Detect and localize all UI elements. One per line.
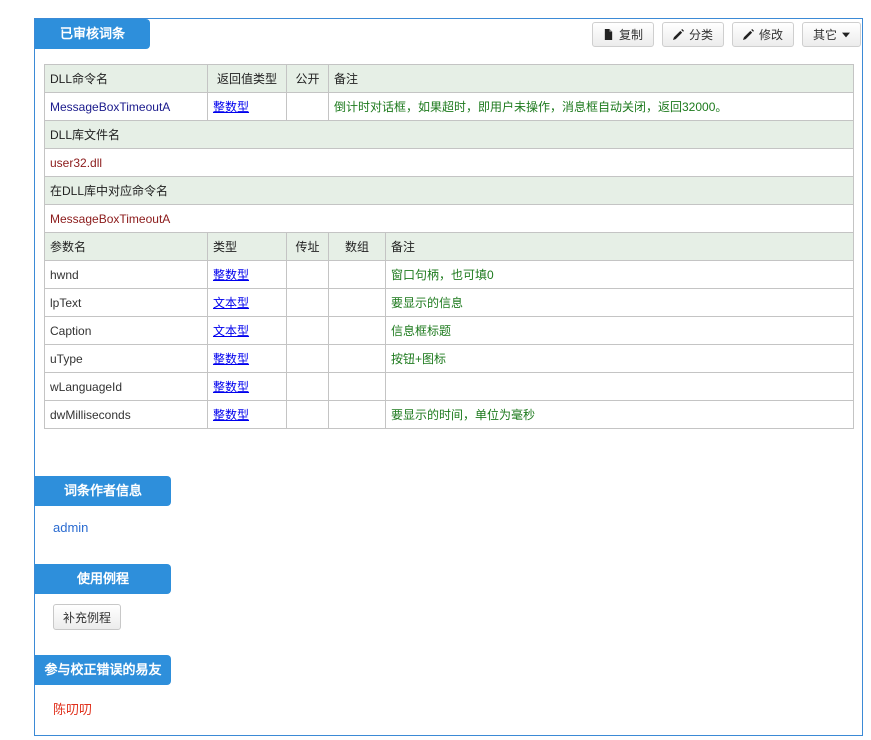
param-array	[328, 316, 386, 345]
contributor-name[interactable]: 陈叨叨	[53, 699, 92, 718]
param-type-link[interactable]: 整数型	[213, 352, 249, 366]
author-link[interactable]: admin	[53, 520, 88, 535]
return-type-header: 返回值类型	[207, 64, 287, 93]
dll-info-row: MessageBoxTimeoutA 整数型 倒计时对话框，如果超时，即用户未操…	[44, 92, 854, 121]
param-note: 信息框标题	[385, 316, 854, 345]
note-header: 备注	[328, 64, 854, 93]
param-name: dwMilliseconds	[44, 400, 208, 429]
return-type-link[interactable]: 整数型	[213, 100, 249, 114]
param-note: 要显示的信息	[385, 288, 854, 317]
param-type-link[interactable]: 整数型	[213, 408, 249, 422]
param-name: Caption	[44, 316, 208, 345]
param-byref	[286, 316, 329, 345]
param-array	[328, 400, 386, 429]
dll-header-row: DLL命令名 返回值类型 公开 备注	[44, 64, 854, 93]
param-name-header: 参数名	[44, 232, 208, 261]
other-label: 其它	[812, 28, 837, 42]
lib-value: user32.dll	[44, 148, 854, 177]
entry-panel: 已审核词条 复制 分类 修改 其它 DLL命令名 返回值类型 公开 备注 Mes…	[34, 18, 863, 736]
pencil-icon	[742, 29, 754, 40]
param-array-header: 数组	[328, 232, 386, 261]
param-note-header: 备注	[385, 232, 854, 261]
param-name: uType	[44, 344, 208, 373]
pencil-icon	[672, 29, 684, 40]
table-row: dwMilliseconds 整数型 要显示的时间，单位为毫秒	[44, 400, 854, 429]
param-array	[328, 344, 386, 373]
lib-header-row: DLL库文件名	[44, 120, 854, 149]
dll-note: 倒计时对话框，如果超时，即用户未操作，消息框自动关闭，返回32000。	[328, 92, 854, 121]
copy-label: 复制	[618, 28, 643, 42]
table-row: lpText 文本型 要显示的信息	[44, 288, 854, 317]
param-type-link[interactable]: 文本型	[213, 324, 249, 338]
param-name: lpText	[44, 288, 208, 317]
param-byref-header: 传址	[286, 232, 329, 261]
param-type-link[interactable]: 整数型	[213, 268, 249, 282]
param-array	[328, 260, 386, 289]
classify-button[interactable]: 分类	[661, 22, 724, 47]
param-note: 窗口句柄，也可填0	[385, 260, 854, 289]
param-byref	[286, 260, 329, 289]
caret-down-icon	[842, 32, 850, 37]
table-row: wLanguageId 整数型	[44, 372, 854, 401]
public-value	[286, 92, 329, 121]
lib-label: DLL库文件名	[44, 120, 854, 149]
param-byref	[286, 344, 329, 373]
param-array	[328, 288, 386, 317]
document-icon	[604, 29, 613, 40]
table-row: Caption 文本型 信息框标题	[44, 316, 854, 345]
table-row: uType 整数型 按钮+图标	[44, 344, 854, 373]
cmd-label: 在DLL库中对应命令名	[44, 176, 854, 205]
edit-label: 修改	[758, 28, 783, 42]
lib-row: user32.dll	[44, 148, 854, 177]
cmd-row: MessageBoxTimeoutA	[44, 204, 854, 233]
param-array	[328, 372, 386, 401]
param-note: 按钮+图标	[385, 344, 854, 373]
public-header: 公开	[286, 64, 329, 93]
table-row: hwnd 整数型 窗口句柄，也可填0	[44, 260, 854, 289]
classify-label: 分类	[688, 28, 713, 42]
param-name: hwnd	[44, 260, 208, 289]
dll-name: MessageBoxTimeoutA	[44, 92, 208, 121]
dll-info-table: DLL命令名 返回值类型 公开 备注 MessageBoxTimeoutA 整数…	[44, 64, 854, 429]
page-title: 已审核词条	[35, 19, 150, 49]
param-note: 要显示的时间，单位为毫秒	[385, 400, 854, 429]
param-byref	[286, 372, 329, 401]
cmd-value: MessageBoxTimeoutA	[44, 204, 854, 233]
edit-button[interactable]: 修改	[731, 22, 794, 47]
params-header-row: 参数名 类型 传址 数组 备注	[44, 232, 854, 261]
toolbar: 复制 分类 修改 其它	[591, 22, 861, 47]
examples-section-title: 使用例程	[35, 564, 171, 594]
other-dropdown-button[interactable]: 其它	[801, 22, 861, 47]
cmd-header-row: 在DLL库中对应命令名	[44, 176, 854, 205]
param-type-link[interactable]: 文本型	[213, 296, 249, 310]
contributors-section-title: 参与校正错误的易友	[35, 655, 171, 685]
param-note	[385, 372, 854, 401]
param-name: wLanguageId	[44, 372, 208, 401]
copy-button[interactable]: 复制	[591, 22, 654, 47]
param-byref	[286, 288, 329, 317]
param-byref	[286, 400, 329, 429]
param-type-header: 类型	[207, 232, 287, 261]
param-type-link[interactable]: 整数型	[213, 380, 249, 394]
author-section-title: 词条作者信息	[35, 476, 171, 506]
dll-name-header: DLL命令名	[44, 64, 208, 93]
add-example-button[interactable]: 补充例程	[53, 604, 122, 630]
